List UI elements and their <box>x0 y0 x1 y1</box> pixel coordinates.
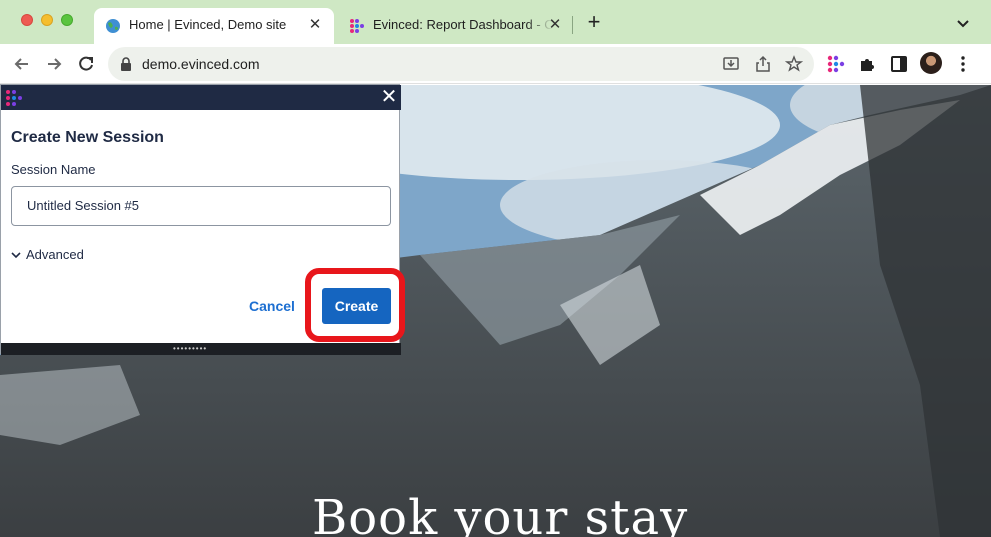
browser-toolbar: demo.evinced.com <box>0 44 991 84</box>
maximize-window-button[interactable] <box>61 14 73 26</box>
evinced-extension-icon[interactable] <box>826 54 846 74</box>
share-icon[interactable] <box>754 55 772 73</box>
install-app-icon[interactable] <box>722 55 740 73</box>
hero-heading: Book your stay <box>312 490 689 537</box>
create-button-highlight <box>305 268 405 342</box>
tab-report-dashboard[interactable]: Evinced: Report Dashboard - C ✕ <box>338 8 570 44</box>
close-tab-icon[interactable]: ✕ <box>546 16 564 34</box>
advanced-label: Advanced <box>26 247 84 262</box>
globe-icon <box>106 19 120 33</box>
forward-arrow-icon[interactable] <box>43 53 65 75</box>
more-menu-icon[interactable] <box>953 54 973 74</box>
panel-header: ✕ <box>1 85 401 110</box>
side-panel-icon[interactable] <box>889 54 909 74</box>
close-window-button[interactable] <box>21 14 33 26</box>
grip-dots-icon[interactable]: ••••••••• <box>173 345 207 353</box>
tab-title: Evinced: Report Dashboard - C <box>373 17 553 32</box>
bookmark-star-icon[interactable] <box>785 55 803 73</box>
tab-strip: Home | Evinced, Demo site ✕ Evinced: Rep… <box>0 0 991 44</box>
close-tab-icon[interactable]: ✕ <box>306 16 324 34</box>
close-panel-icon[interactable]: ✕ <box>379 87 399 107</box>
extensions-puzzle-icon[interactable] <box>857 54 877 74</box>
advanced-toggle[interactable]: Advanced <box>11 247 84 262</box>
chevron-down-icon <box>11 251 21 258</box>
cancel-button[interactable]: Cancel <box>238 287 306 325</box>
session-name-input[interactable]: Untitled Session #5 <box>11 186 391 226</box>
profile-avatar[interactable] <box>920 52 942 74</box>
tab-divider <box>572 16 573 34</box>
new-tab-button[interactable]: + <box>583 11 605 34</box>
url-text[interactable]: demo.evinced.com <box>142 56 260 72</box>
evinced-logo-icon <box>6 90 22 106</box>
session-name-label: Session Name <box>11 162 96 177</box>
tab-home-evinced[interactable]: Home | Evinced, Demo site ✕ <box>94 8 334 44</box>
chevron-down-icon[interactable] <box>953 13 973 33</box>
minimize-window-button[interactable] <box>41 14 53 26</box>
reload-icon[interactable] <box>75 53 97 75</box>
back-arrow-icon[interactable] <box>11 53 33 75</box>
evinced-logo-icon <box>350 19 364 33</box>
panel-title: Create New Session <box>11 129 164 146</box>
panel-resize-handle[interactable]: ••••••••• <box>1 343 401 355</box>
lock-icon[interactable] <box>119 57 133 71</box>
tab-title: Home | Evinced, Demo site <box>129 17 287 32</box>
address-bar[interactable]: demo.evinced.com <box>108 47 814 81</box>
